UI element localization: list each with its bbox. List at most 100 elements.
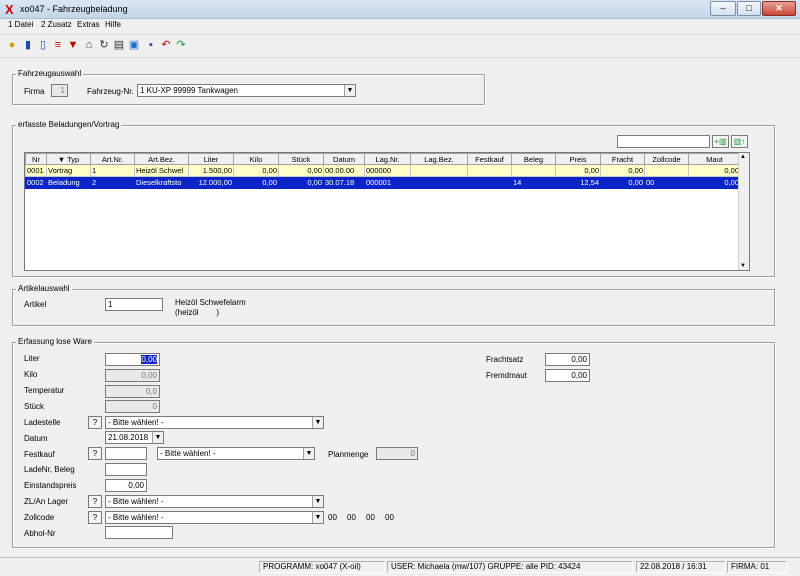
ladestelle-value: - Bitte wählen! -	[108, 418, 164, 427]
chevron-down-icon[interactable]: ▼	[303, 448, 314, 459]
col-header[interactable]: Fracht	[600, 153, 645, 165]
cell: 00.00.00	[323, 164, 365, 177]
chevron-down-icon[interactable]: ▼	[344, 85, 355, 96]
redo-icon[interactable]: ↷	[175, 38, 187, 52]
cell: 000000	[364, 164, 411, 177]
col-header[interactable]: Nr	[25, 153, 47, 165]
cell	[644, 164, 689, 177]
liter-label: Liter	[24, 354, 40, 363]
col-header-label: Typ	[67, 154, 80, 164]
minimize-button[interactable]: –	[710, 1, 736, 16]
festkauf-select[interactable]: - Bitte wählen! - ▼	[157, 447, 315, 460]
col-header[interactable]: Art.Nr.	[90, 153, 135, 165]
stueck-field: 0	[105, 400, 160, 413]
cell	[410, 176, 468, 189]
fremdmaut-label: Fremdmaut	[486, 371, 527, 380]
col-header[interactable]: Lag.Bez.	[410, 153, 468, 165]
datum-value: 21.08.2018	[108, 433, 149, 442]
frachtsatz-input[interactable]: 0,00	[545, 353, 590, 366]
undo-icon[interactable]: ↶	[160, 38, 172, 52]
col-header[interactable]: Liter	[188, 153, 234, 165]
menu-datei[interactable]: 1 Datei	[8, 20, 33, 29]
book-icon[interactable]: ▮	[22, 38, 34, 52]
menu-hilfe[interactable]: Hilfe	[105, 20, 121, 29]
artikel-input[interactable]: 1	[105, 298, 163, 311]
grid-search-input[interactable]	[617, 135, 710, 148]
col-header[interactable]: Art.Bez.	[134, 153, 189, 165]
cell: 0,00	[278, 176, 324, 189]
table-header: Nr ▼ Typ Art.Nr. Art.Bez. Liter Kilo Stü…	[25, 153, 741, 165]
menu-extras[interactable]: Extras	[77, 20, 100, 29]
add-column-icon[interactable]: +▥	[712, 135, 729, 148]
cell: 0,00	[600, 176, 645, 189]
ladestelle-select[interactable]: - Bitte wählen! - ▼	[105, 416, 324, 429]
zollcode-code: 00	[385, 513, 394, 522]
chevron-down-icon[interactable]: ▼	[312, 417, 323, 428]
scroll-down-icon[interactable]: ▼	[740, 263, 746, 269]
festkauf-help-button[interactable]: ?	[88, 447, 102, 460]
open-book-icon[interactable]: ▯	[37, 38, 49, 52]
zollcode-value: - Bitte wählen! -	[108, 513, 164, 522]
col-header[interactable]: Kilo	[233, 153, 279, 165]
refresh-icon[interactable]: ↻	[98, 38, 110, 52]
ladenr-input[interactable]	[105, 463, 147, 476]
lightbulb-icon[interactable]: ●	[6, 38, 18, 52]
fahrzeug-select[interactable]: 1 KU-XP 99999 Tankwagen ▼	[137, 84, 356, 97]
col-header[interactable]: Lag.Nr.	[364, 153, 411, 165]
maximize-button[interactable]: □	[737, 1, 761, 16]
cell	[410, 164, 468, 177]
planmenge-label: Planmenge	[328, 450, 369, 459]
close-button[interactable]: ✕	[762, 1, 796, 16]
menu-zusatz[interactable]: 2 Zusatz	[41, 20, 72, 29]
col-header[interactable]: Datum	[323, 153, 365, 165]
print-icon[interactable]: ▤	[113, 38, 125, 52]
screen-icon[interactable]: ▣	[128, 38, 140, 52]
col-header[interactable]: ▼ Typ	[46, 153, 91, 165]
scroll-up-icon[interactable]: ▲	[740, 154, 746, 160]
table-scrollbar[interactable]: ▲ ▼	[738, 153, 749, 270]
ladestelle-help-button[interactable]: ?	[88, 416, 102, 429]
chevron-down-icon[interactable]: ▼	[152, 432, 163, 443]
fremdmaut-input[interactable]: 0,00	[545, 369, 590, 382]
liter-input[interactable]: 0,00	[105, 353, 160, 366]
zollcode-label: Zollcode	[24, 513, 55, 522]
table-row[interactable]: 0001 Vortrag 1 Heizöl Schwel 1.500,00 0,…	[25, 164, 741, 177]
col-header[interactable]: Stück	[278, 153, 324, 165]
col-header[interactable]: Zollcode	[644, 153, 689, 165]
datum-picker[interactable]: 21.08.2018 ▼	[105, 431, 164, 444]
col-header[interactable]: Maut	[688, 153, 741, 165]
col-header[interactable]: Beleg	[511, 153, 556, 165]
stack-icon[interactable]: ≡	[52, 38, 64, 52]
cell: 12.000,00	[188, 176, 234, 189]
cell: 0,00	[233, 176, 279, 189]
save-icon[interactable]: ▪	[145, 38, 157, 52]
sort-down-icon: ▼	[57, 154, 68, 164]
col-header[interactable]: Festkauf	[467, 153, 512, 165]
cell: 0,00	[688, 164, 741, 177]
filter-icon[interactable]: ▼	[67, 38, 79, 52]
zllager-help-button[interactable]: ?	[88, 495, 102, 508]
cell: 00	[644, 176, 689, 189]
cell: 0,00	[555, 164, 601, 177]
einstand-input[interactable]: 0,00	[105, 479, 147, 492]
zollcode-help-button[interactable]: ?	[88, 511, 102, 524]
home-icon[interactable]: ⌂	[83, 38, 95, 52]
chevron-down-icon[interactable]: ▼	[312, 512, 323, 523]
cell: 0001	[25, 164, 47, 177]
status-user: USER: Michaela (mw/107) GRUPPE: alle PID…	[387, 561, 633, 573]
col-header[interactable]: Preis	[555, 153, 601, 165]
status-firma: FIRMA: 01	[727, 561, 787, 573]
abhol-input[interactable]	[105, 526, 173, 539]
zollcode-select[interactable]: - Bitte wählen! - ▼	[105, 511, 324, 524]
zllager-select[interactable]: - Bitte wählen! - ▼	[105, 495, 324, 508]
table-row-selected[interactable]: 0002 Beladung 2 Dieselkraftsto 12.000,00…	[25, 176, 741, 189]
loads-group-label: erfasste Beladungen/Vortrag	[16, 120, 122, 129]
festkauf-select-value: - Bitte wählen! -	[160, 449, 216, 458]
festkauf-input[interactable]	[105, 447, 147, 460]
ladestelle-label: Ladestelle	[24, 418, 61, 427]
sort-column-icon[interactable]: ▥↑	[731, 135, 748, 148]
zollcode-code: 00	[366, 513, 375, 522]
chevron-down-icon[interactable]: ▼	[312, 496, 323, 507]
cell: 0,00	[278, 164, 324, 177]
loads-table: Nr ▼ Typ Art.Nr. Art.Bez. Liter Kilo Stü…	[24, 152, 750, 271]
